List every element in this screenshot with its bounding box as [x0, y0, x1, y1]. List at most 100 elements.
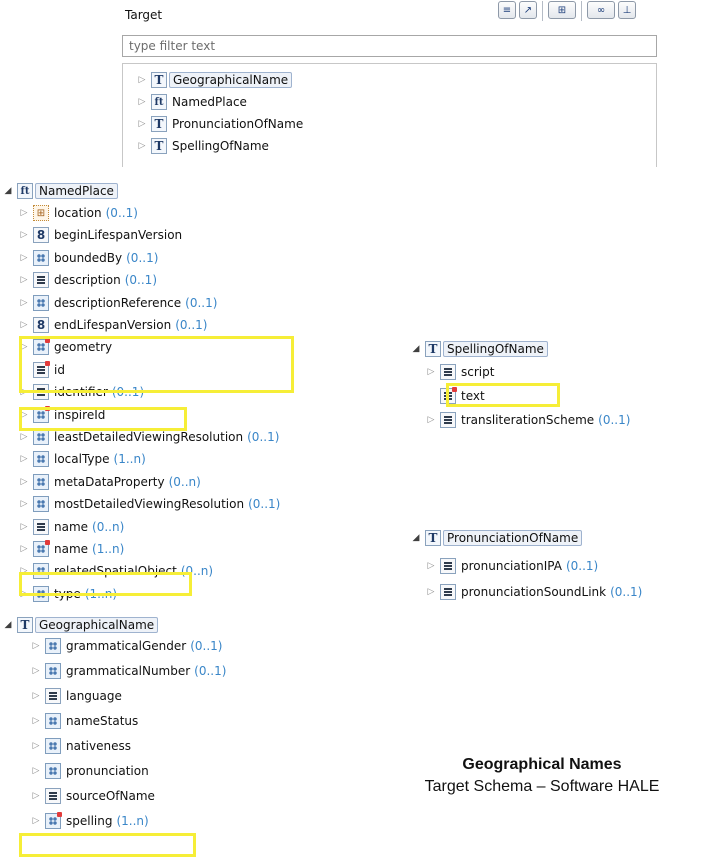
type-list-item[interactable]: ▷ T SpellingOfName [136, 136, 269, 156]
tree-row[interactable]: ▷ 8 endLifespanVersion (0..1) [18, 315, 207, 335]
expand-arrow-icon[interactable]: ▷ [30, 816, 42, 826]
expand-arrow-icon[interactable]: ▷ [136, 141, 148, 151]
row-label: pronunciation [66, 764, 149, 778]
expand-arrow-icon[interactable]: ▷ [136, 119, 148, 129]
cardinality: (0..n) [92, 519, 125, 534]
collapse-icon[interactable]: ↗ [519, 1, 537, 19]
tree-row[interactable]: ▷ pronunciation [30, 761, 149, 781]
tree-root-pronunciationofname[interactable]: ◢ T PronunciationOfName [410, 528, 583, 548]
list-view-icon[interactable]: ≡ [498, 1, 516, 19]
expand-arrow-icon[interactable]: ▷ [30, 766, 42, 776]
type-list-item[interactable]: ▷ T GeographicalName [136, 70, 293, 90]
row-label: description [54, 273, 121, 288]
tree-row[interactable]: ▷ description (0..1) [18, 270, 157, 290]
row-label: boundedBy [54, 250, 123, 265]
caption-title: Geographical Names [462, 756, 622, 773]
expand-arrow-icon[interactable]: ▷ [18, 454, 30, 464]
expand-arrow-icon[interactable]: ▷ [136, 97, 148, 107]
expand-arrow-icon[interactable]: ▷ [425, 587, 437, 597]
tree-row[interactable]: ▷ transliterationScheme (0..1) [425, 410, 630, 430]
caption-subtitle: Target Schema – Software HALE [424, 778, 660, 795]
expand-arrow-icon[interactable]: ▷ [18, 298, 30, 308]
expand-arrow-icon[interactable]: ▷ [30, 741, 42, 751]
tree-root-namedplace[interactable]: ◢ ft NamedPlace [2, 181, 118, 201]
expand-arrow-icon[interactable]: ▷ [30, 641, 42, 651]
expand-arrow-icon[interactable]: ▷ [30, 791, 42, 801]
expand-arrow-icon[interactable]: ▷ [425, 367, 437, 377]
expand-arrow-icon[interactable]: ▷ [18, 432, 30, 442]
collapse-arrow-icon[interactable]: ◢ [2, 620, 14, 630]
simple-property-icon [440, 584, 456, 600]
type-list-item[interactable]: ▷ ft NamedPlace [136, 92, 247, 112]
tree-row[interactable]: ▷ nativeness [30, 736, 131, 756]
tree-row[interactable]: ▷ name (0..n) [18, 517, 124, 537]
tree-row[interactable]: ▷ name (1..n) [18, 539, 124, 559]
tree-row[interactable]: ▷ sourceOfName [30, 786, 155, 806]
schema-tree-icon[interactable]: ⊞ [548, 1, 576, 19]
expand-arrow-icon[interactable]: ▷ [30, 666, 42, 676]
collapse-arrow-icon[interactable]: ◢ [2, 186, 14, 196]
row-label: name [54, 542, 89, 556]
row-label: mostDetailedViewingResolution [54, 497, 245, 512]
type-icon: T [151, 116, 167, 132]
expand-arrow-icon[interactable]: ▷ [18, 275, 30, 285]
tree-row[interactable]: ▷ mostDetailedViewingResolution (0..1) [18, 494, 280, 514]
expand-arrow-icon[interactable]: ▷ [425, 415, 437, 425]
tree-row[interactable]: ▷ ⊞ location (0..1) [18, 203, 138, 223]
tree-row[interactable]: ▷ localType (1..n) [18, 449, 146, 469]
tree-row[interactable]: ▷ descriptionReference (0..1) [18, 293, 217, 313]
complex-property-icon [33, 249, 49, 266]
geometry-icon: ⊞ [33, 205, 49, 221]
cardinality: (0..1) [190, 639, 223, 653]
tree-row[interactable]: ▷ grammaticalNumber (0..1) [30, 661, 226, 681]
cardinality: (0..1) [247, 430, 280, 444]
expand-arrow-icon[interactable]: ▷ [425, 561, 437, 571]
expand-arrow-icon[interactable]: ▷ [18, 253, 30, 263]
collapse-arrow-icon[interactable]: ◢ [410, 344, 422, 354]
complex-property-icon [33, 451, 49, 468]
expand-arrow-icon[interactable]: ▷ [18, 230, 30, 240]
toolbar-separator [581, 1, 582, 21]
tree-row[interactable]: ▷ pronunciationIPA (0..1) [425, 556, 598, 576]
tree-row[interactable]: ▷ nameStatus [30, 711, 138, 731]
expand-arrow-icon[interactable]: ▷ [30, 691, 42, 701]
cardinality: (0..1) [175, 318, 208, 332]
row-label: NamedPlace [35, 183, 118, 199]
row-label: grammaticalGender [66, 639, 187, 653]
complex-property-icon [33, 496, 49, 513]
cardinality: (0..1) [126, 250, 159, 265]
tree-row[interactable]: ▷ spelling (1..n) [30, 811, 149, 831]
hierarchy-icon[interactable]: ⊥ [618, 1, 636, 19]
tree-row[interactable]: ▷ 8 beginLifespanVersion [18, 225, 182, 245]
expand-arrow-icon[interactable]: ▷ [18, 320, 30, 330]
expand-arrow-icon[interactable]: ▷ [18, 208, 30, 218]
cardinality: (0..1) [248, 497, 281, 512]
expand-arrow-icon[interactable]: ▷ [18, 499, 30, 509]
cardinality: (0..n) [168, 474, 201, 489]
tree-root-geographicalname[interactable]: ◢ T GeographicalName [2, 615, 159, 635]
tree-row[interactable]: ▷ language [30, 686, 122, 706]
cardinality: (0..1) [124, 273, 157, 288]
type-list-item[interactable]: ▷ T PronunciationOfName [136, 114, 303, 134]
tree-row[interactable]: ▷ script [425, 362, 494, 382]
row-label: beginLifespanVersion [54, 228, 183, 243]
row-label: sourceOfName [66, 789, 155, 803]
type-filter-input[interactable]: type filter text [122, 35, 657, 57]
tree-root-spellingofname[interactable]: ◢ T SpellingOfName [410, 339, 548, 359]
expand-arrow-icon[interactable]: ▷ [136, 75, 148, 85]
expand-arrow-icon[interactable]: ▷ [18, 522, 30, 532]
types-icon[interactable]: ∞ [587, 1, 615, 19]
expand-arrow-icon[interactable]: ▷ [30, 716, 42, 726]
type-icon: T [151, 72, 167, 88]
row-label: SpellingOfName [172, 139, 269, 153]
tree-row[interactable]: ▷ grammaticalGender (0..1) [30, 636, 222, 656]
row-label: name [54, 519, 89, 534]
expand-arrow-icon[interactable]: ▷ [18, 544, 30, 554]
highlight-inspireid [19, 407, 187, 431]
tree-row[interactable]: ▷ metaDataProperty (0..n) [18, 472, 201, 492]
tree-row[interactable]: ▷ pronunciationSoundLink (0..1) [425, 582, 642, 602]
tree-row[interactable]: ▷ boundedBy (0..1) [18, 248, 158, 268]
row-label: location [54, 206, 102, 220]
expand-arrow-icon[interactable]: ▷ [18, 477, 30, 487]
collapse-arrow-icon[interactable]: ◢ [410, 533, 422, 543]
